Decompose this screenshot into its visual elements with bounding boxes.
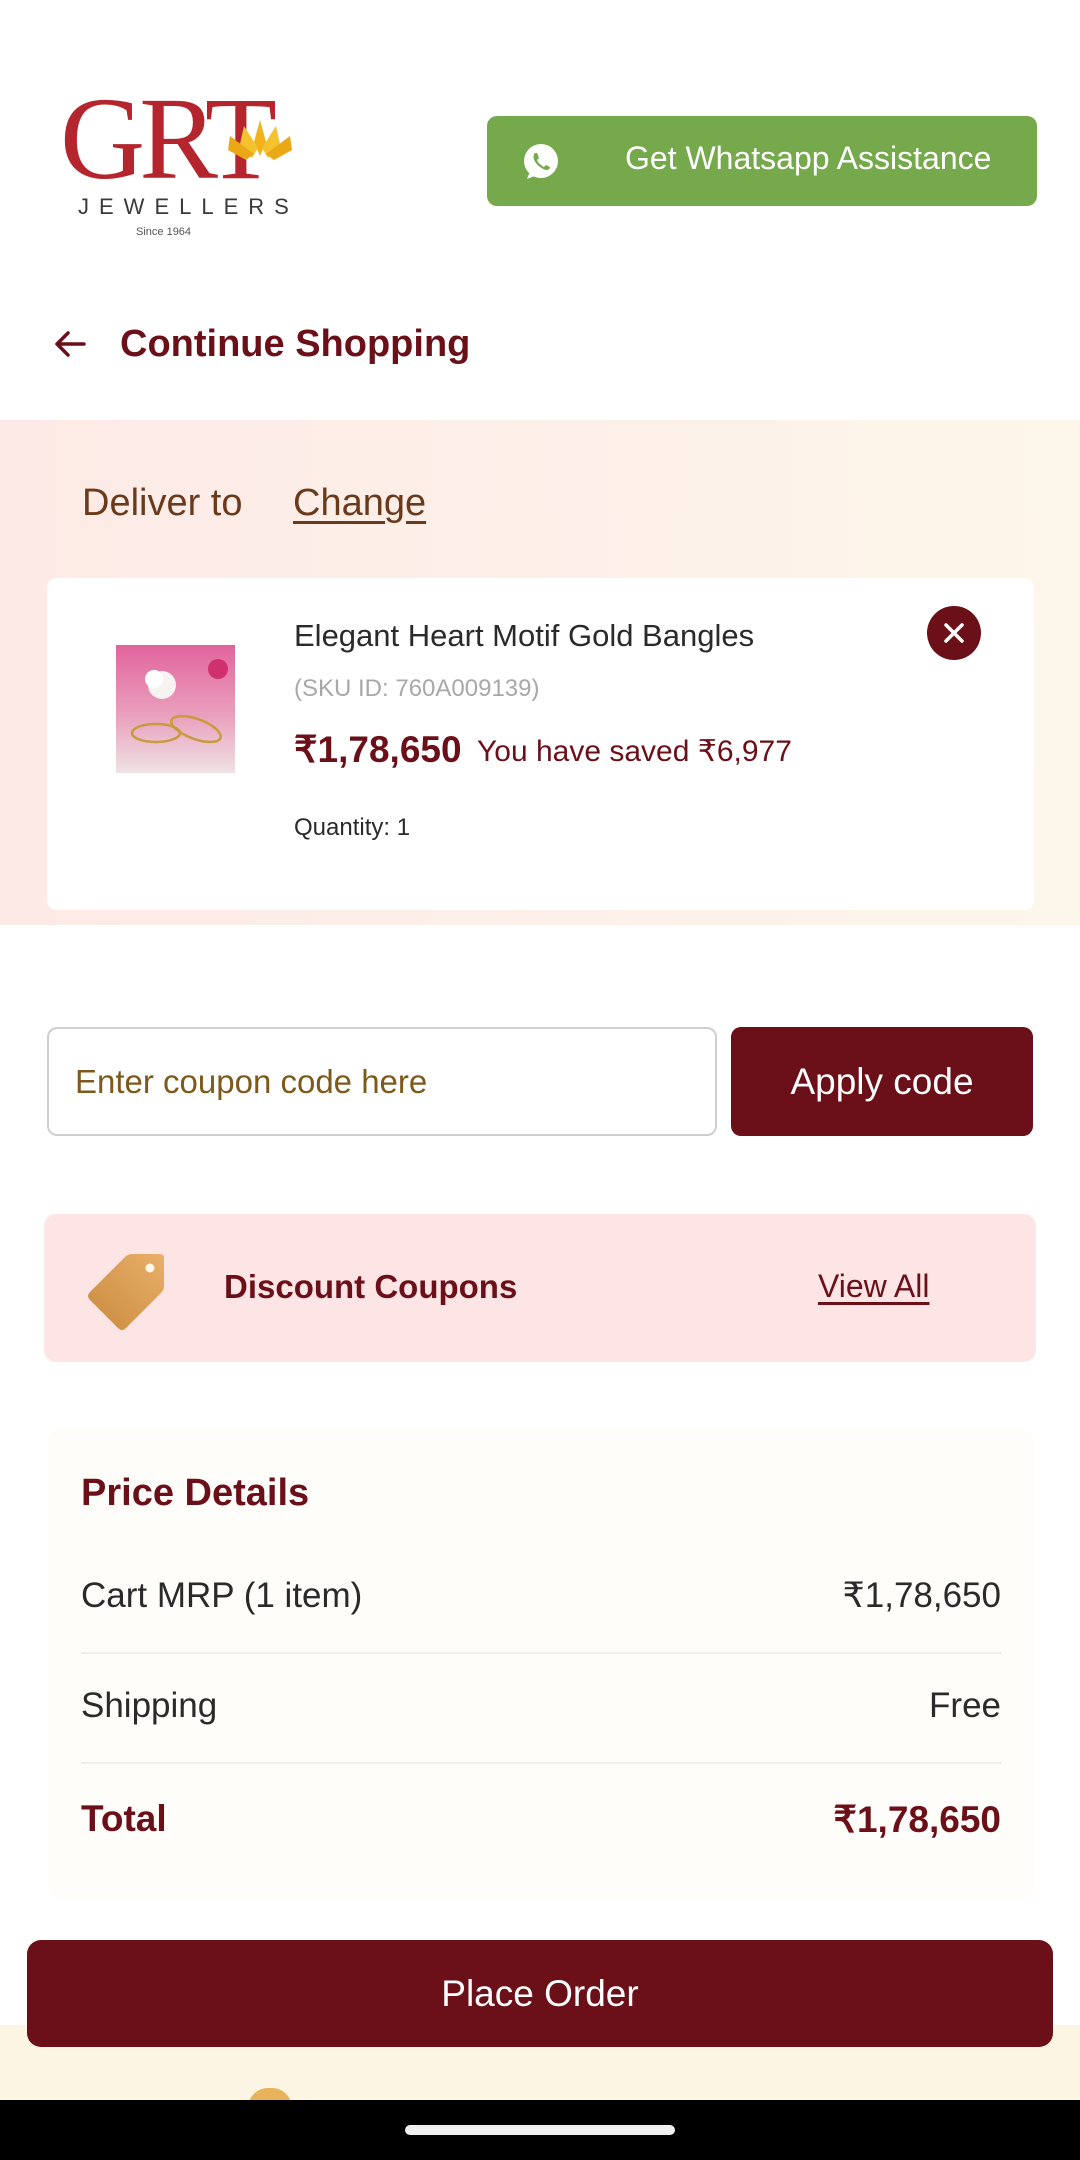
- place-order-button[interactable]: Place Order: [27, 1940, 1053, 2047]
- savings-text: You have saved ₹6,977: [477, 735, 792, 768]
- tag-icon: [88, 1254, 164, 1330]
- whatsapp-button-label: Get Whatsapp Assistance: [625, 140, 992, 176]
- cart-item-card: Elegant Heart Motif Gold Bangles (SKU ID…: [47, 578, 1034, 910]
- product-sku: (SKU ID: 760A009139): [294, 675, 540, 702]
- product-image: [116, 645, 235, 773]
- logo-since: Since 1964: [136, 226, 192, 238]
- price-row-label: Cart MRP (1 item): [81, 1576, 363, 1615]
- remove-item-button[interactable]: [927, 606, 981, 660]
- home-indicator[interactable]: [405, 2125, 675, 2135]
- continue-shopping-link[interactable]: Continue Shopping: [50, 314, 470, 374]
- apply-code-button[interactable]: Apply code: [731, 1027, 1033, 1136]
- price-row-label: Total: [81, 1798, 167, 1839]
- logo-subtitle: JEWELLERS: [78, 194, 299, 219]
- whatsapp-icon: [524, 144, 558, 179]
- price-details-card: Price Details Cart MRP (1 item) ₹1,78,65…: [47, 1428, 1034, 1900]
- discount-coupons-section[interactable]: Discount Coupons View All: [44, 1214, 1036, 1362]
- whatsapp-assistance-button[interactable]: Get Whatsapp Assistance: [487, 116, 1037, 206]
- price-details-title: Price Details: [81, 1472, 310, 1514]
- back-arrow-icon: [55, 331, 86, 357]
- change-address-link[interactable]: Change: [293, 482, 426, 525]
- price-row-label: Shipping: [81, 1686, 218, 1725]
- deliver-to-label: Deliver to: [82, 482, 243, 524]
- close-icon: [944, 623, 964, 643]
- product-price: ₹1,78,650: [294, 729, 462, 770]
- discount-coupons-label: Discount Coupons: [224, 1268, 518, 1305]
- lotus-icon: [228, 120, 292, 160]
- app-header: GRT JEWELLERS Since 1964 Get Whatsapp As…: [0, 0, 1080, 290]
- price-row-cart-mrp: Cart MRP (1 item) ₹1,78,650: [81, 1576, 1001, 1616]
- price-row-total: Total ₹1,78,650: [81, 1798, 1001, 1840]
- price-row-shipping: Shipping Free: [81, 1686, 1001, 1726]
- product-name[interactable]: Elegant Heart Motif Gold Bangles: [294, 618, 754, 654]
- price-row-value: Free: [929, 1686, 1001, 1725]
- divider: [81, 1652, 1001, 1654]
- product-thumbnail-frame[interactable]: [87, 615, 267, 795]
- grt-logo[interactable]: GRT JEWELLERS Since 1964: [60, 80, 300, 240]
- view-all-coupons-link[interactable]: View All: [818, 1268, 929, 1305]
- price-row-value: ₹1,78,650: [842, 1576, 1001, 1615]
- divider: [81, 1762, 1001, 1764]
- price-row-value: ₹1,78,650: [833, 1799, 1001, 1840]
- continue-shopping-label: Continue Shopping: [120, 322, 471, 365]
- coupon-code-input[interactable]: [47, 1027, 717, 1136]
- quantity-text: Quantity: 1: [294, 814, 411, 841]
